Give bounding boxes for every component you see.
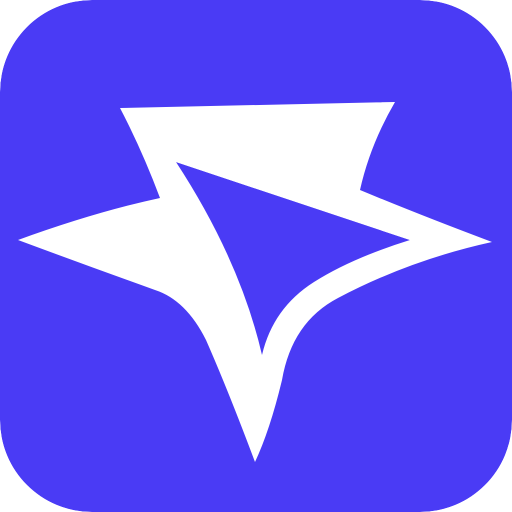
app-icon [0, 0, 512, 512]
star-logo-icon [0, 0, 512, 512]
